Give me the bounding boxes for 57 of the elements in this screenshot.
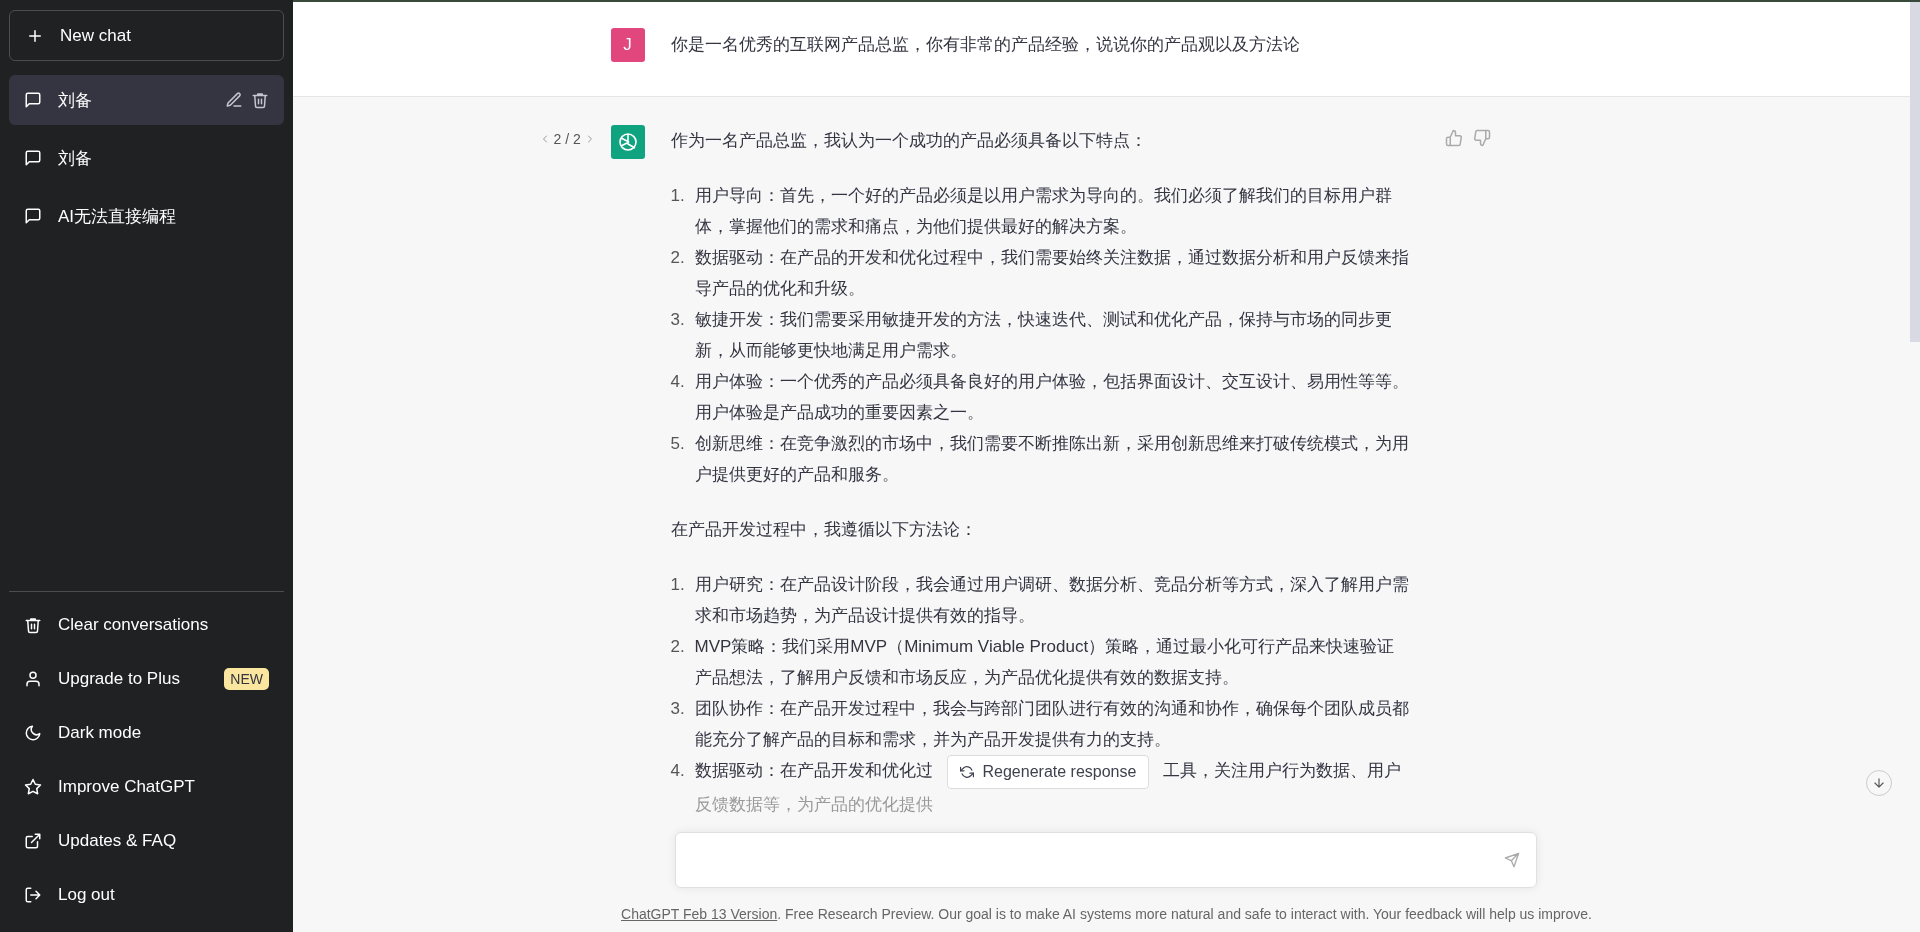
menu-item[interactable]: Log out xyxy=(9,868,284,922)
response-paragraph: 在产品开发过程中，我遵循以下方法论： xyxy=(670,519,978,541)
response-paragraph: 作为一名产品总监，我认为一个成功的产品必须具备以下特点： xyxy=(670,130,1148,152)
list-item-text: 数据驱动：在产品开发和优化过 xyxy=(694,761,933,781)
list-item-text: 反馈数据等，为产品的优化提供 xyxy=(694,795,933,814)
list-number: 3. xyxy=(670,698,686,720)
list-number: 2. xyxy=(670,247,686,269)
send-icon xyxy=(1503,852,1520,868)
list-item-text: 数据驱动：在产品的开发和优化过程中，我们需要始终关注数据，通过数据分析和用户反馈来指导产品的优化和升级。 xyxy=(694,247,1410,300)
logout-icon xyxy=(24,886,42,904)
message-input[interactable] xyxy=(674,832,1537,888)
regenerate-button[interactable]: Regenerate response xyxy=(946,755,1150,789)
scroll-down-button[interactable] xyxy=(1866,770,1892,796)
conversation-item[interactable]: 刘备 xyxy=(9,133,284,183)
new-badge: NEW xyxy=(224,668,269,690)
trash-icon xyxy=(24,616,42,634)
trash-icon xyxy=(251,91,269,109)
list-number: 4. xyxy=(670,371,686,393)
list-number: 1. xyxy=(670,185,686,207)
list-item-text: 创新思维：在竞争激烈的市场中，我们需要不断推陈出新，采用创新思维来打破传统模式，为用户提供更好的产品和服务。 xyxy=(694,433,1410,486)
chat-icon xyxy=(24,149,42,167)
response-pager: 2 / 2 xyxy=(553,131,581,147)
chat-icon xyxy=(24,207,42,225)
moon-icon xyxy=(24,724,42,742)
menu-item[interactable]: Dark mode xyxy=(9,706,284,760)
user-icon xyxy=(24,670,42,688)
list-item-text: 用户导向：首先，一个好的产品必须是以用户需求为导向的。我们必须了解我们的目标用户群体，掌握他们的需求和痛点，为他们提供最好的解决方案。 xyxy=(694,185,1393,238)
user-avatar: J xyxy=(610,28,645,62)
list-number: 1. xyxy=(670,574,686,596)
list-number: 5. xyxy=(670,433,686,455)
user-message: 你是一名优秀的互联网产品总监，你有非常的产品经验，说说你的产品观以及方法论 xyxy=(670,34,1300,56)
list-item-text: 工具，关注用户行为数据、用户 xyxy=(1163,761,1402,781)
thumbs-up-icon xyxy=(1444,129,1463,147)
list-item-text: 用户研究：在产品设计阶段，我会通过用户调研、数据分析、竞品分析等方式，深入了解用户需求和市场趋势，为产品设计提供有效的指导。 xyxy=(694,574,1410,627)
refresh-icon xyxy=(959,765,974,779)
list-number: 4. xyxy=(670,760,686,782)
chat-icon xyxy=(24,91,42,109)
arrow-down-icon xyxy=(1872,776,1886,790)
conversation-item[interactable]: 刘备 xyxy=(9,75,284,125)
menu-item[interactable]: Clear conversations xyxy=(9,598,284,652)
menu-item[interactable]: Improve ChatGPT xyxy=(9,760,284,814)
footer-note: ChatGPT Feb 13 Version. Free Research Preview. Our goal is to make AI systems more natural and safe to interact with. Your feedback will help us improve. xyxy=(621,906,1592,922)
menu-item[interactable]: Updates & FAQ xyxy=(9,814,284,868)
conversation-item[interactable]: AI无法直接编程 xyxy=(9,191,284,241)
scrollbar[interactable] xyxy=(1910,2,1920,342)
edit-icon xyxy=(225,91,243,109)
list-item-text: 团队协作：在产品开发过程中，我会与跨部门团队进行有效的沟通和协作，确保每个团队成员都能充分了解产品的目标和需求，并为产品开发提供有力的支持。 xyxy=(694,698,1410,751)
external-link-icon xyxy=(24,832,42,850)
list-number: 3. xyxy=(670,309,686,331)
thumbs-down-icon xyxy=(1472,129,1491,147)
menu-item[interactable]: Upgrade to Plus NEW xyxy=(9,652,284,706)
new-chat-button[interactable]: New chat xyxy=(9,10,284,61)
list-item-text: MVP策略：我们采用MVP（Minimum Viable Product）策略，通过最小化可行产品来快速验证产品想法，了解用户反馈和市场反应，为产品优化提供有效的数据支持。 xyxy=(694,636,1396,689)
list-item-text: 敏捷开发：我们需要采用敏捷开发的方法，快速迭代、测试和优化产品，保持与市场的同步更新，从而能够更快地满足用户需求。 xyxy=(694,309,1393,362)
list-number: 2. xyxy=(670,636,686,658)
list-item-text: 用户体验：一个优秀的产品必须具备良好的用户体验，包括界面设计、交互设计、易用性等等。用户体验是产品成功的重要因素之一。 xyxy=(694,371,1410,424)
star-icon xyxy=(24,778,42,796)
